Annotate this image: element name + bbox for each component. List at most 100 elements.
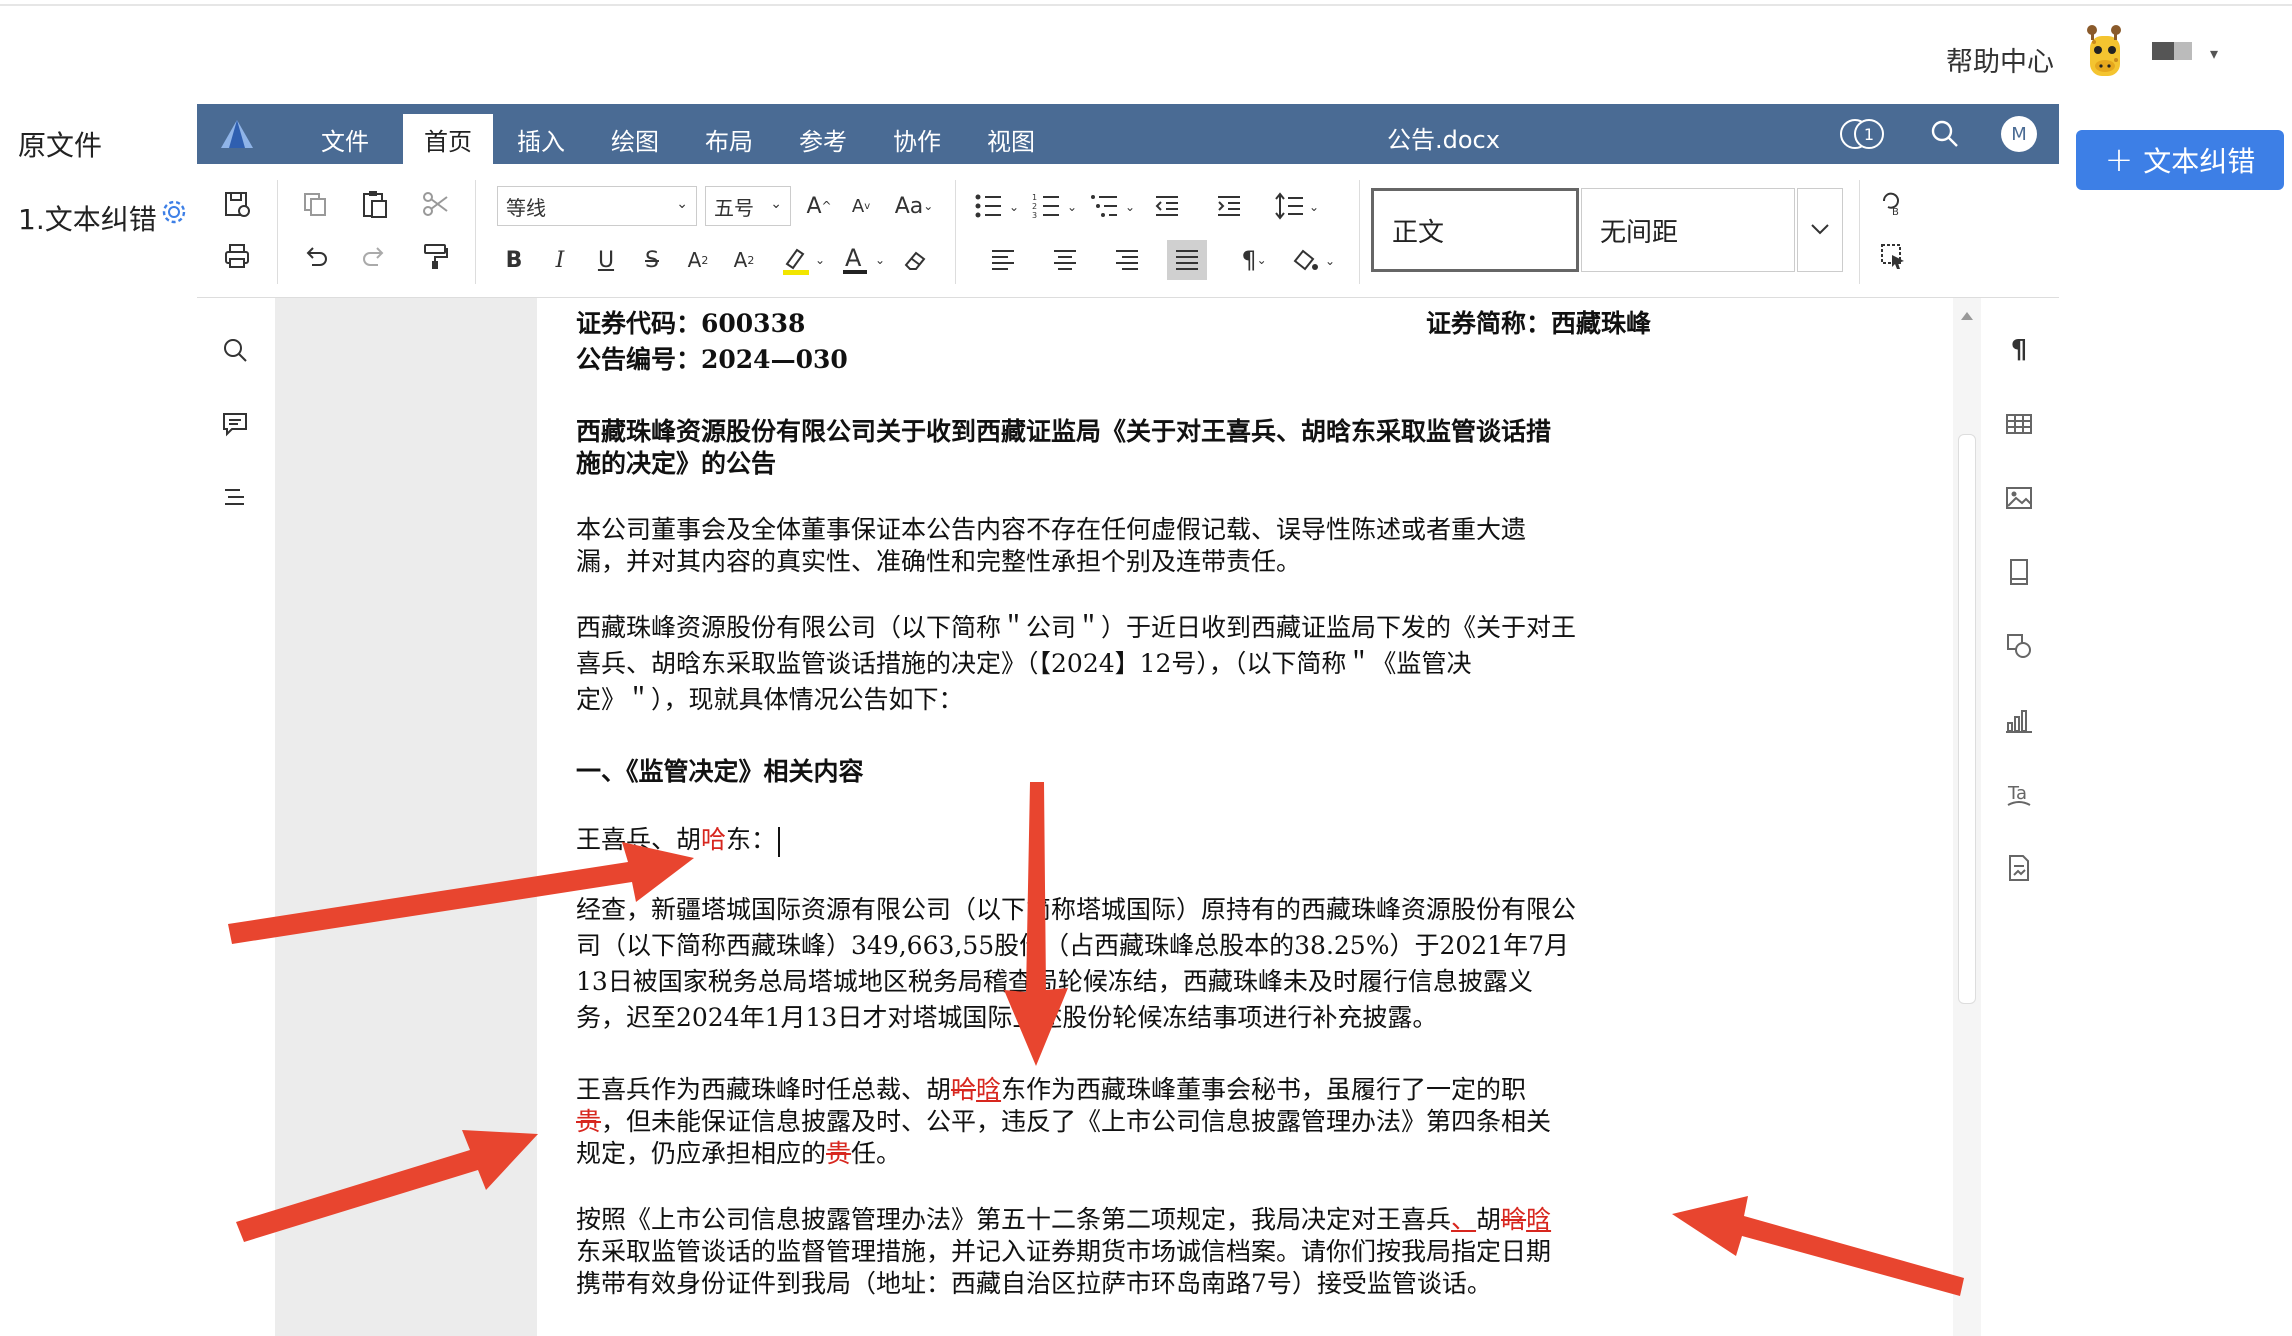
tab-collaborate[interactable]: 协作: [885, 114, 949, 164]
undo-icon[interactable]: [295, 236, 335, 276]
tab-references[interactable]: 参考: [791, 114, 855, 164]
svg-text:1: 1: [1032, 193, 1037, 202]
select-icon[interactable]: [1873, 236, 1913, 276]
paragraph-line: 司（以下简称西藏珠峰）349,663,55股份（占西藏珠峰总股本的38.25%）…: [576, 931, 1569, 960]
style-normal[interactable]: 正文: [1371, 188, 1579, 272]
file-item-text-correction[interactable]: 1.文本纠错: [18, 198, 157, 238]
align-center-icon[interactable]: [1045, 242, 1085, 278]
revision-deletion[interactable]: 哈: [951, 1075, 976, 1104]
giraffe-avatar-icon[interactable]: [2078, 22, 2130, 84]
image-icon[interactable]: [1999, 478, 2039, 518]
plus-icon: +: [2104, 140, 2134, 180]
user-menu-caret-icon[interactable]: ▾: [2210, 44, 2218, 63]
font-family-select[interactable]: 等线 ⌄: [497, 186, 697, 226]
increase-indent-icon[interactable]: [1209, 186, 1249, 226]
underline-icon[interactable]: U: [589, 242, 623, 278]
revision-insertion[interactable]: 晗: [976, 1075, 1001, 1104]
search-icon[interactable]: [215, 330, 255, 370]
paste-icon[interactable]: [355, 184, 395, 224]
clear-format-icon[interactable]: [895, 242, 935, 278]
grow-font-icon[interactable]: A ^: [801, 186, 837, 226]
svg-text:⌄: ⌄: [1125, 200, 1135, 214]
revision-deletion[interactable]: 晗: [1501, 1205, 1526, 1234]
page-settings-icon[interactable]: [1999, 552, 2039, 592]
format-painter-icon[interactable]: [415, 236, 455, 276]
text-correction-button[interactable]: + 文本纠错: [2076, 130, 2284, 190]
document-editor: 文件 首页 插入 绘图 布局 参考 协作 视图 公告.docx 1 M 等线 ⌄…: [197, 104, 2091, 1336]
bold-icon[interactable]: B: [497, 242, 531, 278]
font-color-icon[interactable]: A ⌄: [837, 240, 887, 280]
scrollbar-thumb[interactable]: [1958, 434, 1976, 1004]
tab-insert[interactable]: 插入: [509, 114, 573, 164]
superscript-icon[interactable]: A2: [681, 242, 715, 278]
text-correction-button-label: 文本纠错: [2143, 145, 2256, 178]
bullet-list-icon[interactable]: ⌄: [971, 186, 1023, 226]
svg-text:⌄: ⌄: [875, 253, 885, 267]
toolbar-separator: [1359, 180, 1360, 284]
typo-marked-text[interactable]: 哈: [701, 825, 726, 854]
revision-deletion[interactable]: 贵: [826, 1139, 851, 1168]
redo-icon[interactable]: [355, 236, 395, 276]
chevron-down-icon: ⌄: [676, 196, 688, 212]
text-run: 任。: [851, 1139, 902, 1168]
align-right-icon[interactable]: [1107, 242, 1147, 278]
tab-view[interactable]: 视图: [979, 114, 1043, 164]
shapes-icon[interactable]: [1999, 626, 2039, 666]
font-size-select[interactable]: 五号 ⌄: [705, 186, 791, 226]
revision-insertion[interactable]: 晗: [1526, 1205, 1551, 1234]
tab-home[interactable]: 首页: [403, 114, 493, 164]
revision-deletion[interactable]: 贵: [576, 1107, 601, 1136]
toolbar-separator: [277, 180, 278, 284]
user-avatar[interactable]: M: [2001, 116, 2037, 152]
style-no-spacing[interactable]: 无间距: [1581, 188, 1795, 272]
notice-number: 公告编号：2024—030: [576, 345, 848, 374]
numbered-list-icon[interactable]: 1 2 3 ⌄: [1029, 186, 1081, 226]
document-title: 公告.docx: [1387, 126, 1500, 154]
styles-expand[interactable]: [1797, 188, 1843, 272]
copy-icon[interactable]: [295, 184, 335, 224]
tab-layout[interactable]: 布局: [697, 114, 761, 164]
italic-icon[interactable]: I: [543, 242, 577, 278]
text-art-icon[interactable]: Ta: [1999, 774, 2039, 814]
help-center-link[interactable]: 帮助中心: [1946, 40, 2054, 79]
paragraph-line: 务，迟至2024年1月13日才对塔城国际上述股份轮候冻结事项进行补充披露。: [576, 1003, 1438, 1032]
change-case-icon[interactable]: Aa ⌄: [887, 186, 941, 226]
justify-icon[interactable]: [1167, 240, 1207, 280]
revision-insertion[interactable]: 、: [1451, 1205, 1476, 1234]
line-spacing-icon[interactable]: ⌄: [1271, 186, 1323, 226]
text-run: 按照《上市公司信息披露管理办法》第五十二条第二项规定，我局决定对王喜兵: [576, 1205, 1452, 1234]
paragraph-mark-icon[interactable]: ¶ ⌄: [1231, 242, 1277, 278]
paragraph-line: 喜兵、胡晗东采取监管谈话措施的决定》（【2024】12号），（以下简称＂《监管决: [576, 649, 1472, 678]
svg-text:2: 2: [1032, 202, 1037, 211]
align-left-icon[interactable]: [983, 242, 1023, 278]
svg-text:B: B: [1892, 207, 1899, 218]
outline-icon[interactable]: [215, 478, 255, 518]
cut-icon[interactable]: [415, 184, 455, 224]
search-icon[interactable]: [1927, 116, 1963, 152]
highlight-icon[interactable]: ⌄: [777, 240, 827, 280]
multilevel-list-icon[interactable]: ⌄: [1087, 186, 1139, 226]
subscript-icon[interactable]: A2: [727, 242, 761, 278]
signature-icon[interactable]: [1999, 848, 2039, 888]
save-as-icon[interactable]: [217, 184, 257, 224]
toolbar-separator: [1859, 180, 1860, 284]
strikethrough-icon[interactable]: S: [635, 242, 669, 278]
chart-icon[interactable]: [1999, 700, 2039, 740]
text-run: 王喜兵作为西藏珠峰时任总裁、胡: [576, 1075, 952, 1104]
collaborators-icon[interactable]: 1: [1837, 114, 1893, 154]
gear-icon[interactable]: [160, 198, 188, 226]
table-icon[interactable]: [1999, 404, 2039, 444]
print-icon[interactable]: [217, 236, 257, 276]
paragraph-line: 漏，并对其内容的真实性、准确性和完整性承担个别及连带责任。: [576, 547, 1302, 576]
tab-file[interactable]: 文件: [313, 114, 377, 164]
svg-text:⌄: ⌄: [1309, 200, 1319, 214]
tab-draw[interactable]: 绘图: [603, 114, 667, 164]
find-replace-icon[interactable]: B: [1873, 184, 1913, 224]
scroll-up-icon[interactable]: [1959, 308, 1975, 324]
comment-icon[interactable]: [215, 404, 255, 444]
paragraph-settings-icon[interactable]: ¶: [1999, 330, 2039, 370]
shading-icon[interactable]: ⌄: [1287, 242, 1339, 278]
shrink-font-icon[interactable]: Av: [843, 186, 879, 226]
decrease-indent-icon[interactable]: [1147, 186, 1187, 226]
font-family-value: 等线: [506, 195, 546, 220]
